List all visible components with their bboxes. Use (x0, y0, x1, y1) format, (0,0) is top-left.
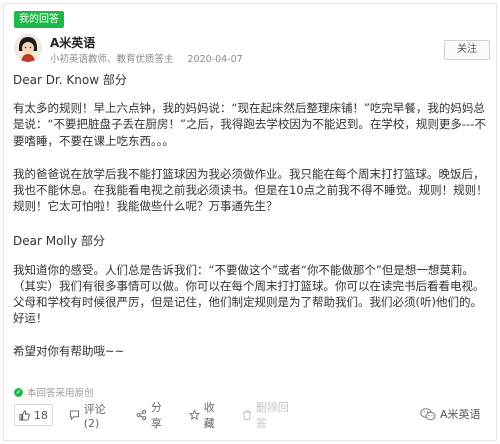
my-answer-tag: 我的回答 (14, 11, 64, 28)
favorite-button[interactable]: 收藏 (188, 399, 224, 431)
section-heading-dr-know: Dear Dr. Know 部分 (13, 73, 127, 87)
share-icon (136, 409, 147, 421)
star-icon (188, 409, 200, 420)
like-count: 18 (33, 408, 48, 422)
author-name[interactable]: A米英语 (50, 34, 95, 51)
author-title: 小初英语教师、教育优质答主 (50, 54, 174, 65)
delete-answer-button[interactable]: 删除回答 (242, 399, 296, 431)
follow-button[interactable]: 关注 (444, 40, 490, 60)
avatar[interactable] (14, 34, 42, 62)
paragraph-1: 有太多的规则！早上六点钟，我的妈妈说：“现在起床然后整理床铺！”吃完早餐，我的妈… (13, 101, 486, 148)
comment-button[interactable]: 评论(2) (69, 401, 118, 430)
paragraph-3: 我知道你的感受。人们总是告诉我们：“不要做这个”或者“你不能做那个”但是想一想莫… (13, 262, 485, 326)
author-header: A米英语 小初英语教师、教育优质答主 2020-04-07 关注 (12, 32, 496, 66)
source-note-text: 本回答采用原创 (27, 388, 94, 399)
wechat-icon (420, 407, 436, 420)
answer-date: 2020-04-07 (187, 54, 243, 65)
thumbs-up-icon (19, 409, 30, 421)
check-icon: ✓ (14, 387, 23, 397)
like-button[interactable]: 18 (14, 404, 53, 426)
action-bar: 18 评论(2) 分享 收藏 删除回答 (14, 401, 314, 430)
author-meta: 小初英语教师、教育优质答主 2020-04-07 (50, 51, 243, 65)
watermark-text: A米英语 (440, 408, 481, 421)
share-label: 分享 (150, 401, 162, 430)
answer-card: 我的回答 A米英语 小初英语教师、教育优质答主 2020-04-07 关注 Dea… (3, 3, 497, 441)
answer-content: Dear Dr. Know 部分 有太多的规则！早上六点钟，我的妈妈说：“现在起… (13, 72, 489, 360)
trash-icon (242, 410, 251, 421)
share-button[interactable]: 分享 (136, 399, 171, 431)
paragraph-4: 希望对你有帮助哦~~ (13, 344, 125, 359)
section-heading-molly: Dear Molly 部分 (13, 234, 106, 249)
original-source-note: ✓ 本回答采用原创 (14, 385, 94, 399)
comment-label: 评论(2) (83, 402, 106, 430)
comment-icon (69, 410, 79, 421)
paragraph-2: 我的爸爸说在放学后我不能打篮球因为我必须做作业。我只能在每个周末打打篮球。晚饭后… (13, 166, 488, 214)
delete-label: 删除回答 (255, 401, 289, 430)
favorite-label: 收藏 (203, 401, 215, 430)
account-watermark: A米英语 (420, 406, 481, 422)
